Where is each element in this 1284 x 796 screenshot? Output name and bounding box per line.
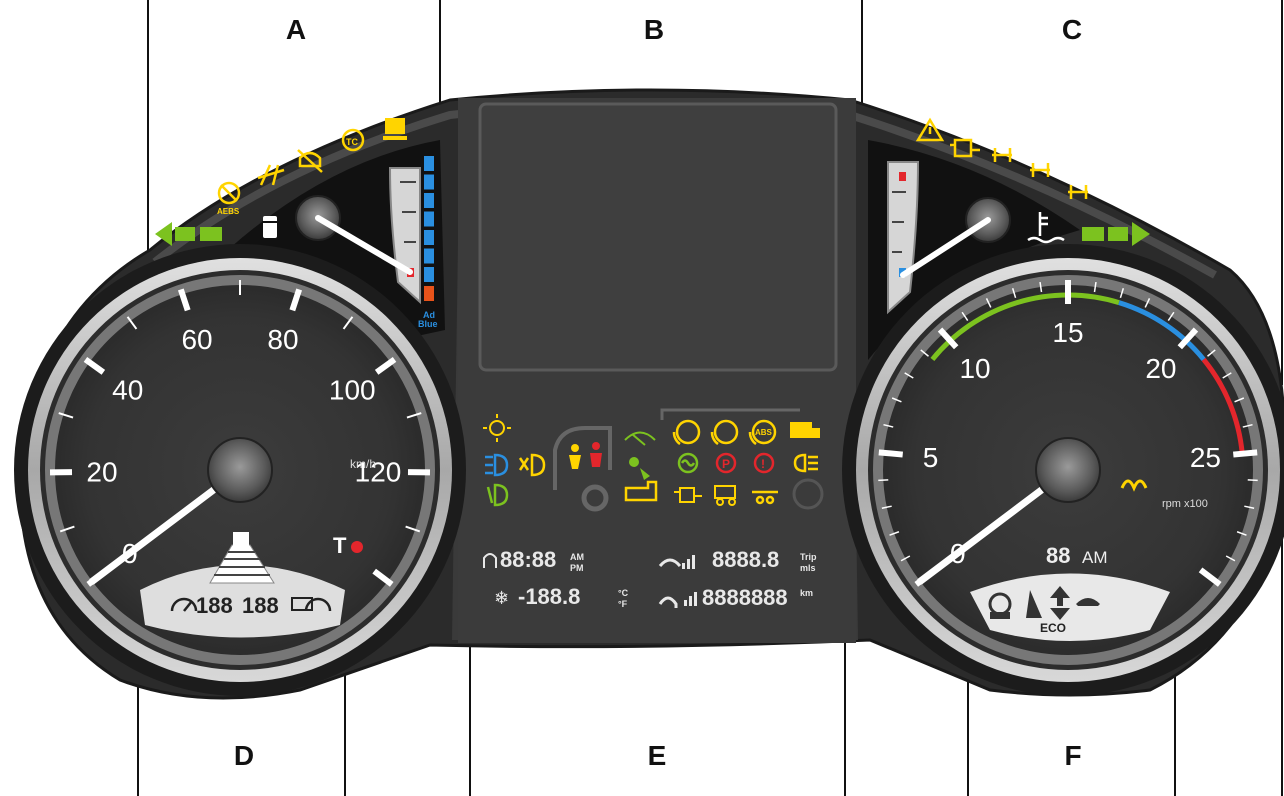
temp-high-mark <box>899 172 906 181</box>
section-label-f: F <box>1064 740 1082 771</box>
tacho-label: 15 <box>1052 317 1083 348</box>
speedo-label: 60 <box>181 324 212 355</box>
tacho-label: 10 <box>959 353 990 384</box>
odometer-right: 188 <box>242 593 279 618</box>
clock-pm: PM <box>570 563 584 573</box>
tacho-tick <box>878 449 903 458</box>
clock-display: 88:88 <box>500 547 556 572</box>
tacho-tick <box>1233 449 1258 458</box>
speedometer: 020406080100120 km/h T 188 188 <box>14 244 466 696</box>
adblue-label-2: Blue <box>418 319 438 329</box>
tacho-label: 5 <box>923 442 939 473</box>
adblue-segment <box>424 211 434 227</box>
celsius-label: °C <box>618 588 629 598</box>
odometer-left: 188 <box>196 593 233 618</box>
adblue-segment <box>424 193 434 208</box>
brake-warning-mark: ! <box>761 457 765 471</box>
speedo-label: 40 <box>112 375 143 406</box>
main-lcd-screen <box>478 102 838 372</box>
section-label-b: B <box>643 14 665 45</box>
aebs-text: AEBS <box>217 207 240 216</box>
adblue-low-bar <box>424 286 434 301</box>
tacho-clock-segment: 88 <box>1046 543 1070 568</box>
adblue-segment <box>424 230 434 245</box>
tachograph-dot <box>351 541 363 553</box>
tachometer-unit: rpm x100 <box>1162 498 1208 510</box>
tachograph-indicator: T <box>333 533 347 558</box>
truck-ahead-icon <box>233 532 249 546</box>
eco-display <box>970 573 1170 641</box>
tachometer-hub <box>1035 437 1101 503</box>
adblue-segment <box>424 267 434 282</box>
fahrenheit-label: °F <box>618 599 628 609</box>
tacho-clock-am: AM <box>1082 548 1108 567</box>
adblue-segment <box>424 248 434 264</box>
adblue-segment <box>424 174 434 190</box>
speedo-label: 80 <box>267 324 298 355</box>
tacho-tick <box>878 479 889 482</box>
fuel-pump-icon <box>263 216 277 238</box>
speedo-label: 20 <box>86 457 117 488</box>
tacho-label: 25 <box>1190 442 1221 473</box>
speedometer-hub <box>207 437 273 503</box>
speedo-label: 100 <box>329 375 376 406</box>
parking-brake-letter: P <box>722 457 730 471</box>
section-label-c: C <box>1061 14 1083 45</box>
traction-control-text: TC <box>346 137 358 147</box>
outside-temp-display: -188.8 <box>518 584 580 609</box>
eco-label: ECO <box>1040 621 1066 635</box>
section-label-d: D <box>233 740 255 771</box>
truck-stability-icon <box>383 118 407 140</box>
trip-display: 8888.8 <box>712 547 779 572</box>
section-label-e: E <box>647 740 667 771</box>
tacho-tick <box>1247 479 1258 482</box>
tacho-label: 20 <box>1145 353 1176 384</box>
speedometer-unit: km/h <box>350 457 376 471</box>
tachometer: 0510152025 rpm x100 88 AM ECO <box>842 244 1284 696</box>
snowflake-icon: ❄ <box>494 588 509 608</box>
trip-label: Trip <box>800 552 817 562</box>
section-label-a: A <box>285 14 307 45</box>
instrument-cluster-diagram: 020406080100120 km/h T 188 188 <box>14 0 1284 796</box>
abs-text: ABS <box>755 428 773 437</box>
clock-am: AM <box>570 552 584 562</box>
adblue-segment <box>424 156 434 171</box>
miles-label: mls <box>800 563 816 573</box>
km-label: km <box>800 588 813 598</box>
total-odometer-display: 8888888 <box>702 585 788 610</box>
